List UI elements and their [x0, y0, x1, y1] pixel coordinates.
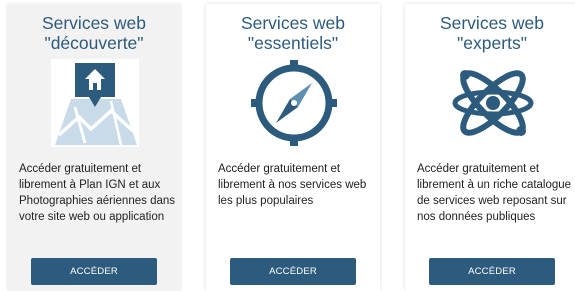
acceder-button[interactable]: ACCÉDER: [230, 258, 356, 285]
compass-icon: [250, 59, 338, 147]
card-description: Accéder gratuitement et librement à Plan…: [19, 163, 176, 223]
map-home-icon: [51, 59, 139, 147]
acceder-button[interactable]: ACCÉDER: [31, 258, 157, 285]
atom-icon: [449, 59, 537, 147]
acceder-button[interactable]: ACCÉDER: [429, 258, 555, 285]
card-description: Accéder gratuitement et librement à nos …: [218, 163, 367, 207]
card-essentiels: Services web "essentiels" Accéder gratui…: [206, 4, 380, 291]
card-experts: Services web "experts" Accéder gratuitem…: [405, 4, 575, 291]
card-decouverte: Services web "découverte" Accéder gratui…: [7, 4, 181, 291]
card-title: Services web "experts": [439, 13, 545, 53]
card-title: Services web "essentiels": [240, 13, 346, 53]
card-title: Services web "découverte": [41, 13, 147, 53]
card-description: Accéder gratuitement et librement à un r…: [417, 163, 572, 223]
